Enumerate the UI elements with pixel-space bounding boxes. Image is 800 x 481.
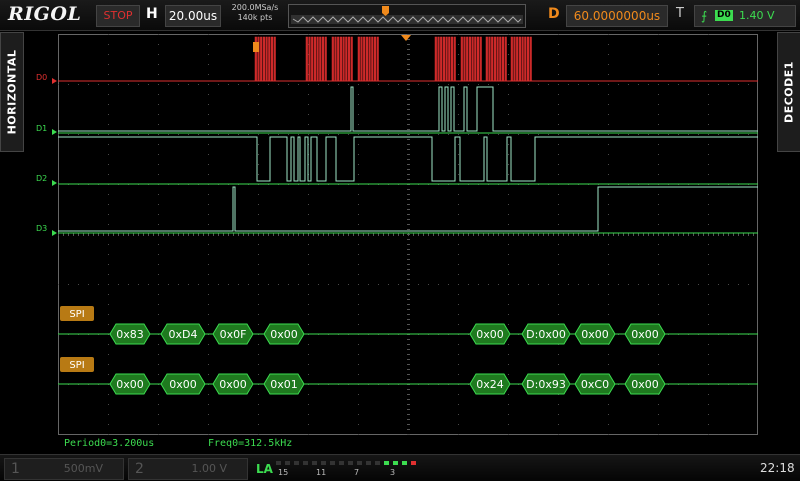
d1-label: D1 bbox=[36, 124, 47, 133]
channel-1-scale: 500mV bbox=[63, 462, 103, 475]
d2-label: D2 bbox=[36, 174, 47, 183]
la-channel-dot bbox=[330, 461, 335, 465]
la-channel-dot bbox=[312, 461, 317, 465]
spi-bus-1-tag-label: SPI bbox=[69, 309, 84, 320]
channel-2-number: 2 bbox=[135, 461, 144, 477]
d1-marker[interactable]: D1 bbox=[36, 124, 57, 135]
spi-bus-1-tag[interactable]: SPI bbox=[60, 306, 94, 321]
la-group-11: 11 bbox=[316, 468, 327, 477]
la-channel-dot bbox=[384, 461, 389, 465]
channel-1-number: 1 bbox=[11, 461, 20, 477]
frequency-measurement: Freq0=312.5kHz bbox=[208, 438, 293, 449]
la-channel-dot bbox=[402, 461, 407, 465]
la-channel-dot bbox=[303, 461, 308, 465]
la-label: LA bbox=[256, 462, 273, 476]
la-group-7: 7 bbox=[354, 468, 360, 477]
la-channel-indicators bbox=[276, 461, 416, 465]
la-channel-dot bbox=[357, 461, 362, 465]
channel-1-box[interactable]: 1 500mV bbox=[4, 458, 124, 480]
period-measurement: Period0=3.200us bbox=[64, 438, 155, 449]
channel-2-scale: 1.00 V bbox=[191, 462, 227, 475]
d0-marker[interactable]: D0 bbox=[36, 73, 57, 84]
d0-label: D0 bbox=[36, 73, 47, 82]
d3-marker[interactable]: D3 bbox=[36, 224, 57, 236]
la-channel-dot bbox=[294, 461, 299, 465]
bottom-channel-bar: 1 500mV 2 1.00 V LA 15 11 7 3 22:18 bbox=[0, 454, 800, 481]
la-channel-dot bbox=[285, 461, 290, 465]
la-channel-dot bbox=[276, 461, 281, 465]
la-channel-dot bbox=[339, 461, 344, 465]
la-channel-dot bbox=[366, 461, 371, 465]
la-group-15: 15 bbox=[278, 468, 289, 477]
channel-2-box[interactable]: 2 1.00 V bbox=[128, 458, 248, 480]
logic-analyzer-box[interactable]: LA 15 11 7 3 bbox=[254, 458, 424, 478]
spi-bus-2-tag-label: SPI bbox=[69, 360, 84, 371]
la-channel-dot bbox=[411, 461, 416, 465]
d3-label: D3 bbox=[36, 224, 47, 233]
la-channel-dot bbox=[393, 461, 398, 465]
la-channel-dot bbox=[375, 461, 380, 465]
la-channel-dot bbox=[321, 461, 326, 465]
la-channel-dot bbox=[348, 461, 353, 465]
la-group-3: 3 bbox=[390, 468, 396, 477]
spi-bus-2-tag[interactable]: SPI bbox=[60, 357, 94, 372]
channel-markers: D0 D1 D2 D3 SPI SPI bbox=[36, 73, 94, 372]
d2-marker[interactable]: D2 bbox=[36, 174, 57, 186]
system-clock: 22:18 bbox=[760, 461, 795, 475]
